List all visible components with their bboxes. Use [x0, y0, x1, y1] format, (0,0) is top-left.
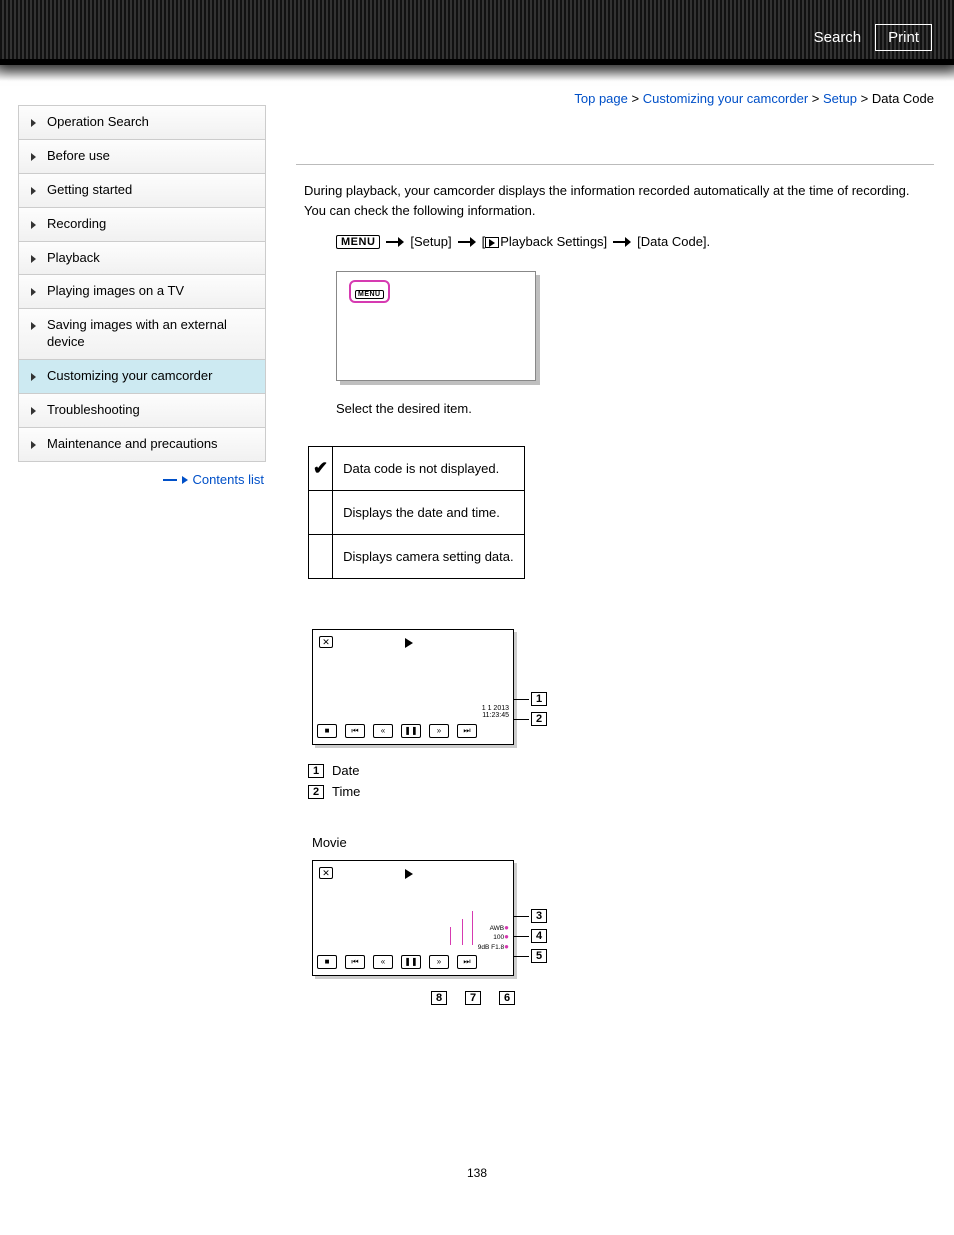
breadcrumb-customizing[interactable]: Customizing your camcorder — [643, 91, 808, 106]
option-text: Displays the date and time. — [333, 491, 525, 535]
sidebar-item-customizing[interactable]: Customizing your camcorder — [19, 360, 265, 394]
breadcrumb: Top page > Customizing your camcorder > … — [296, 91, 934, 106]
callout-1: 1 — [531, 692, 547, 706]
search-link[interactable]: Search — [814, 29, 862, 46]
menu-chip-icon: MENU — [355, 290, 384, 299]
sidebar-item-playing-on-tv[interactable]: Playing images on a TV — [19, 275, 265, 309]
bottom-callouts: 8 7 6 — [431, 991, 515, 1005]
contents-list-label: Contents list — [192, 472, 264, 487]
camera-data-overlay: AWB● 100● 9dB F1.8● — [478, 923, 509, 951]
playback-settings-label: Playback Settings] — [500, 234, 607, 249]
procedure-line: MENU [Setup] [Playback Settings] [Data C… — [296, 234, 934, 249]
option-checkmark-cell: ✔ — [309, 447, 333, 491]
breadcrumb-top[interactable]: Top page — [574, 91, 628, 106]
option-text: Data code is not displayed. — [333, 447, 525, 491]
table-row: Displays camera setting data. — [309, 535, 525, 579]
time-text: 11:23:45 — [482, 712, 509, 720]
next-button-icon[interactable]: ⏭ — [457, 955, 477, 969]
callout-4: 4 — [531, 929, 547, 943]
playback-controls: ■ ⏮ « ❚❚ » ⏭ — [317, 724, 509, 738]
legend-label-time: Time — [332, 784, 360, 799]
camera-section-label: Movie — [312, 835, 934, 850]
divider — [296, 164, 934, 165]
pause-button-icon[interactable]: ❚❚ — [401, 724, 421, 738]
sidebar-item-before-use[interactable]: Before use — [19, 140, 265, 174]
arrow-icon — [458, 237, 476, 247]
callout-2: 2 — [531, 712, 547, 726]
table-row: ✔ Data code is not displayed. — [309, 447, 525, 491]
iso-text: 100 — [493, 934, 504, 941]
next-button-icon[interactable]: ⏭ — [457, 724, 477, 738]
stop-button-icon[interactable]: ■ — [317, 724, 337, 738]
rewind-button-icon[interactable]: « — [373, 955, 393, 969]
option-text: Displays camera setting data. — [333, 535, 525, 579]
nav-list: Operation Search Before use Getting star… — [18, 105, 266, 462]
callout-7: 7 — [465, 991, 481, 1005]
pause-button-icon[interactable]: ❚❚ — [401, 955, 421, 969]
intro-text: During playback, your camcorder displays… — [296, 181, 934, 220]
sidebar: Operation Search Before use Getting star… — [18, 105, 266, 1056]
procedure-step-playback: [Playback Settings] — [482, 234, 608, 249]
sidebar-item-troubleshooting[interactable]: Troubleshooting — [19, 394, 265, 428]
legend-num-1: 1 — [308, 764, 324, 778]
arrow-right-icon — [182, 476, 188, 484]
option-icon-cell — [309, 535, 333, 579]
date-text: 1 1 2013 — [482, 705, 509, 713]
forward-button-icon[interactable]: » — [429, 955, 449, 969]
header-bar: Search Print — [0, 0, 954, 65]
legend-label-date: Date — [332, 763, 359, 778]
options-table: ✔ Data code is not displayed. Displays t… — [308, 446, 525, 579]
main-content: Top page > Customizing your camcorder > … — [296, 105, 934, 1056]
arrow-icon — [386, 237, 404, 247]
menu-highlight: MENU — [349, 280, 390, 303]
prev-button-icon[interactable]: ⏮ — [345, 724, 365, 738]
procedure-step-setup: [Setup] — [410, 234, 451, 249]
check-icon: ✔ — [313, 458, 328, 478]
sidebar-item-saving-external[interactable]: Saving images with an external device — [19, 309, 265, 360]
playback-controls: ■ ⏮ « ❚❚ » ⏭ — [317, 955, 509, 969]
forward-button-icon[interactable]: » — [429, 724, 449, 738]
select-caption: Select the desired item. — [336, 401, 934, 416]
arrow-icon — [613, 237, 631, 247]
sidebar-item-getting-started[interactable]: Getting started — [19, 174, 265, 208]
close-icon[interactable]: ✕ — [319, 636, 333, 648]
sidebar-item-maintenance[interactable]: Maintenance and precautions — [19, 428, 265, 462]
play-icon — [405, 869, 413, 879]
callout-8: 8 — [431, 991, 447, 1005]
prev-button-icon[interactable]: ⏮ — [345, 955, 365, 969]
page-number: 138 — [0, 1166, 954, 1180]
sidebar-item-playback[interactable]: Playback — [19, 242, 265, 276]
close-icon[interactable]: ✕ — [319, 867, 333, 879]
legend-num-2: 2 — [308, 785, 324, 799]
breadcrumb-setup[interactable]: Setup — [823, 91, 857, 106]
rewind-button-icon[interactable]: « — [373, 724, 393, 738]
procedure-step-datacode: [Data Code]. — [637, 234, 710, 249]
sidebar-item-recording[interactable]: Recording — [19, 208, 265, 242]
gain-aperture-text: 9dB F1.8 — [478, 944, 504, 951]
callout-6: 6 — [499, 991, 515, 1005]
callout-3: 3 — [531, 909, 547, 923]
playback-icon — [485, 237, 499, 248]
menu-chip-icon: MENU — [336, 235, 380, 249]
print-button[interactable]: Print — [875, 24, 932, 51]
camera-data-preview-panel: ✕ AWB● 100● 9dB F1.8● ■ ⏮ « ❚❚ » ⏭ 3 4 — [312, 860, 514, 976]
datetime-legend: 1 Date 2 Time — [308, 763, 934, 799]
breadcrumb-current: Data Code — [872, 91, 934, 106]
callout-5: 5 — [531, 949, 547, 963]
play-icon — [405, 638, 413, 648]
menu-screenshot: MENU — [336, 271, 536, 381]
option-icon-cell — [309, 491, 333, 535]
sidebar-item-operation-search[interactable]: Operation Search — [19, 106, 265, 140]
table-row: Displays the date and time. — [309, 491, 525, 535]
awb-text: AWB — [490, 925, 505, 932]
contents-list-link[interactable]: Contents list — [18, 462, 266, 497]
datetime-preview-panel: ✕ 1 1 2013 11:23:45 ■ ⏮ « ❚❚ » ⏭ 1 2 — [312, 629, 514, 745]
datetime-overlay: 1 1 2013 11:23:45 — [482, 705, 509, 720]
stop-button-icon[interactable]: ■ — [317, 955, 337, 969]
